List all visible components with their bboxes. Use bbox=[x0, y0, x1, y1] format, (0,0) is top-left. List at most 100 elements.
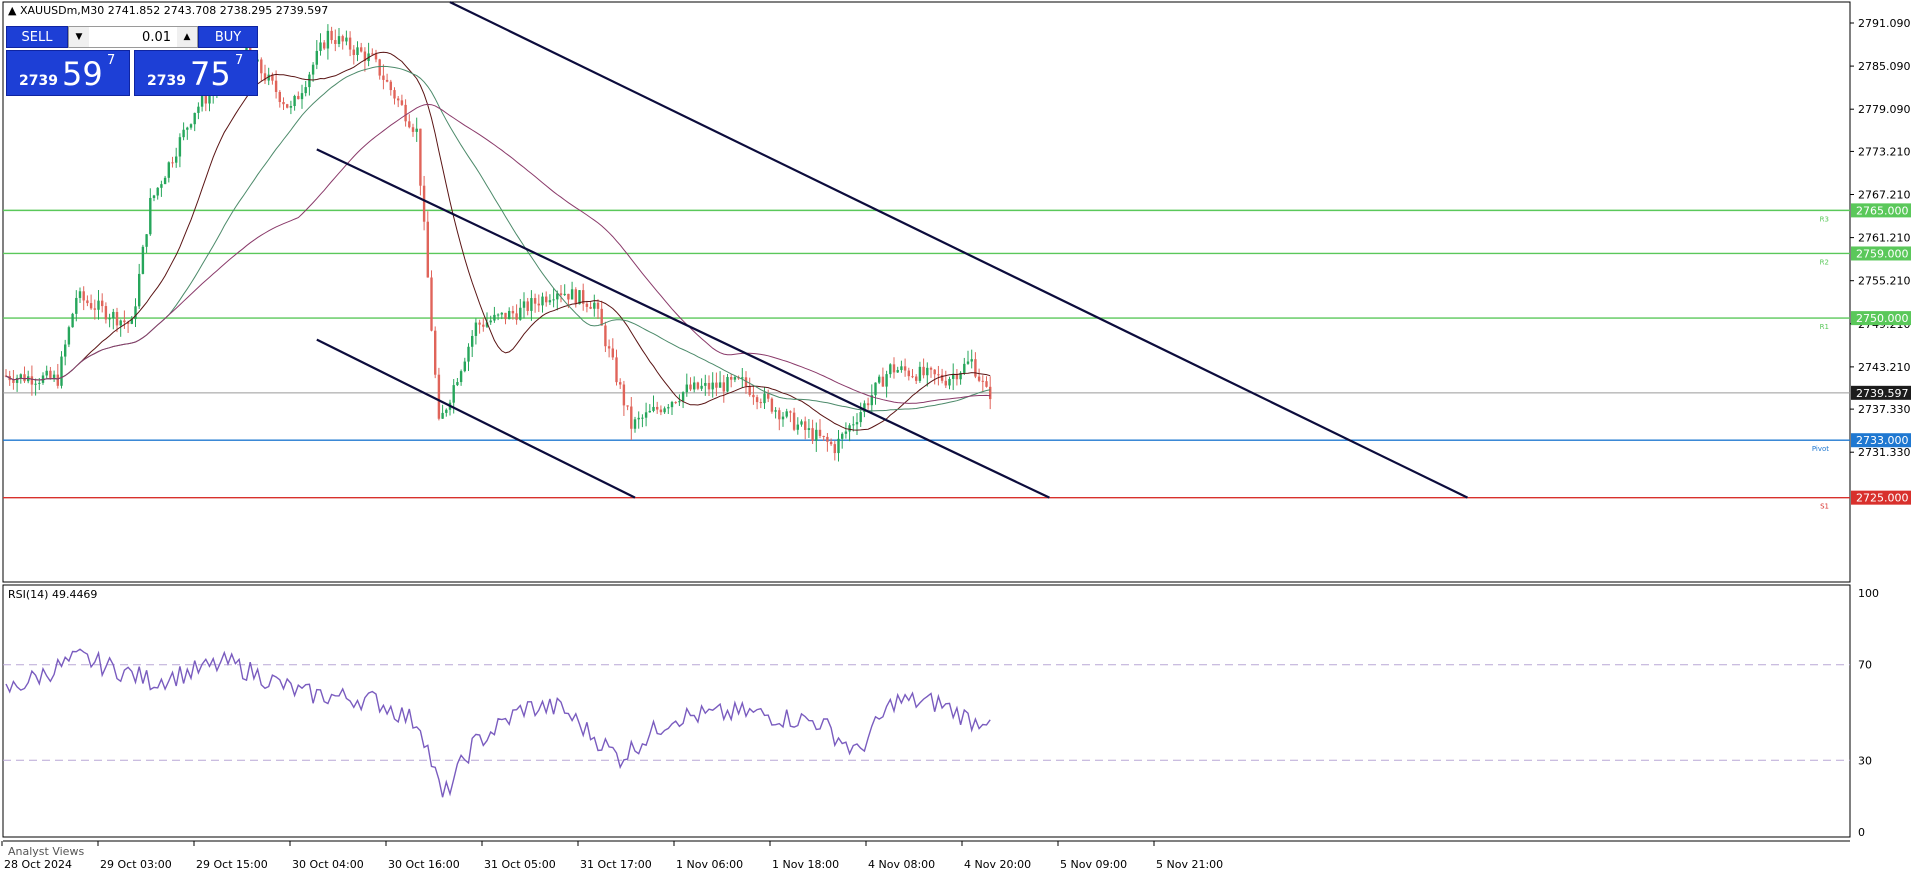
candle-body bbox=[23, 374, 26, 382]
candle-body bbox=[282, 102, 285, 105]
candle-body bbox=[633, 419, 637, 429]
candle-body bbox=[374, 53, 378, 60]
buy-price-box[interactable]: 2739 75 7 bbox=[134, 50, 258, 96]
candle-body bbox=[204, 95, 207, 104]
candle-body bbox=[785, 411, 788, 417]
candle-body bbox=[533, 298, 537, 304]
candle-body bbox=[626, 405, 629, 407]
candle-body bbox=[981, 380, 984, 382]
candle-body bbox=[12, 380, 15, 383]
level-price-label: 2750.000 bbox=[1856, 312, 1909, 325]
candle-body bbox=[918, 366, 922, 381]
price-tick-label: 2761.210 bbox=[1858, 232, 1911, 245]
candle-body bbox=[108, 318, 111, 320]
candle-body bbox=[337, 36, 341, 44]
candle-body bbox=[385, 79, 389, 82]
candle-body bbox=[937, 374, 940, 376]
candle-body bbox=[19, 374, 22, 378]
candle-body bbox=[878, 376, 881, 383]
current-price-label: 2739.597 bbox=[1856, 387, 1909, 400]
candle-body bbox=[171, 162, 174, 164]
candle-body bbox=[334, 40, 337, 44]
candle-body bbox=[700, 385, 703, 389]
candle-body bbox=[826, 436, 829, 442]
candle-body bbox=[404, 104, 407, 122]
candle-body bbox=[966, 361, 970, 364]
candle-body bbox=[456, 382, 459, 386]
time-tick-label: 31 Oct 05:00 bbox=[484, 858, 556, 871]
chart-canvas[interactable]: R3R2R1PivotS1 2791.0902785.0902779.09027… bbox=[0, 0, 1916, 874]
candle-body bbox=[356, 47, 359, 56]
candle-body bbox=[515, 313, 518, 320]
candle-body bbox=[452, 385, 455, 403]
candle-body bbox=[722, 382, 725, 392]
collapse-triangle-icon[interactable]: ▲ bbox=[8, 4, 16, 17]
time-tick-label: 5 Nov 09:00 bbox=[1060, 858, 1127, 871]
candle-body bbox=[49, 370, 52, 378]
time-tick-label: 4 Nov 20:00 bbox=[964, 858, 1031, 871]
candle-body bbox=[378, 59, 381, 76]
price-axis: 2791.090 2785.090 2779.090 2773.210 2767.210… bbox=[1850, 17, 1911, 505]
candle-body bbox=[419, 128, 422, 186]
candle-body bbox=[123, 320, 126, 323]
candle-body bbox=[152, 195, 156, 198]
candle-body bbox=[730, 377, 733, 380]
candle-body bbox=[408, 121, 411, 128]
symbol-header: ▲ XAUUSDm,M30 2741.852 2743.708 2738.295… bbox=[8, 4, 328, 17]
candle-body bbox=[733, 377, 737, 380]
candle-body bbox=[659, 409, 663, 413]
candle-body bbox=[86, 300, 89, 304]
candle-body bbox=[463, 361, 466, 372]
price-tick-label: 2779.090 bbox=[1858, 103, 1911, 116]
candle-body bbox=[145, 234, 148, 247]
candle-body bbox=[115, 311, 119, 326]
candle-body bbox=[304, 87, 307, 94]
candle-body bbox=[541, 296, 544, 306]
lot-size-control: ▼ ▲ bbox=[68, 26, 198, 48]
candle-body bbox=[156, 187, 159, 196]
candle-body bbox=[622, 384, 626, 406]
candle-body bbox=[663, 408, 666, 413]
candle-body bbox=[559, 293, 563, 295]
candle-body bbox=[641, 417, 644, 419]
lot-increase-icon[interactable]: ▲ bbox=[177, 27, 197, 47]
analyst-views-label[interactable]: Analyst Views bbox=[8, 845, 84, 858]
lot-size-input[interactable] bbox=[91, 28, 171, 46]
level-tag-r2: R2 bbox=[1820, 258, 1829, 266]
candle-body bbox=[160, 184, 163, 188]
candle-body bbox=[52, 374, 56, 378]
candle-body bbox=[889, 364, 892, 375]
candle-body bbox=[855, 422, 859, 425]
candle-body bbox=[896, 370, 899, 373]
candle-body bbox=[833, 444, 836, 454]
time-tick-label: 30 Oct 16:00 bbox=[388, 858, 460, 871]
rsi-tick-label: 30 bbox=[1858, 754, 1872, 767]
candle-body bbox=[200, 95, 204, 107]
candle-body bbox=[60, 356, 63, 386]
rsi-tick-label: 100 bbox=[1858, 587, 1879, 600]
candle-body bbox=[104, 306, 108, 320]
candle-body bbox=[704, 382, 707, 386]
buy-button[interactable]: BUY bbox=[198, 26, 258, 48]
candle-body bbox=[807, 428, 811, 430]
sell-button[interactable]: SELL bbox=[6, 26, 68, 48]
candle-body bbox=[78, 291, 82, 298]
candle-body bbox=[644, 412, 648, 418]
candle-body bbox=[189, 124, 193, 128]
candle-body bbox=[922, 366, 925, 376]
candle-body bbox=[711, 382, 714, 390]
candle-body bbox=[792, 412, 796, 430]
candle-body bbox=[929, 367, 933, 370]
candle-body bbox=[859, 412, 862, 423]
candle-body bbox=[193, 112, 196, 125]
candle-body bbox=[149, 197, 152, 235]
buy-price-small: 2739 bbox=[147, 73, 186, 89]
candle-body bbox=[348, 37, 352, 50]
candle-body bbox=[800, 421, 803, 425]
candle-body bbox=[974, 359, 977, 377]
lot-decrease-icon[interactable]: ▼ bbox=[69, 27, 89, 47]
candle-body bbox=[607, 346, 611, 349]
level-price-label: 2733.000 bbox=[1856, 434, 1909, 447]
candle-body bbox=[696, 382, 700, 389]
sell-price-box[interactable]: 2739 59 7 bbox=[6, 50, 130, 96]
